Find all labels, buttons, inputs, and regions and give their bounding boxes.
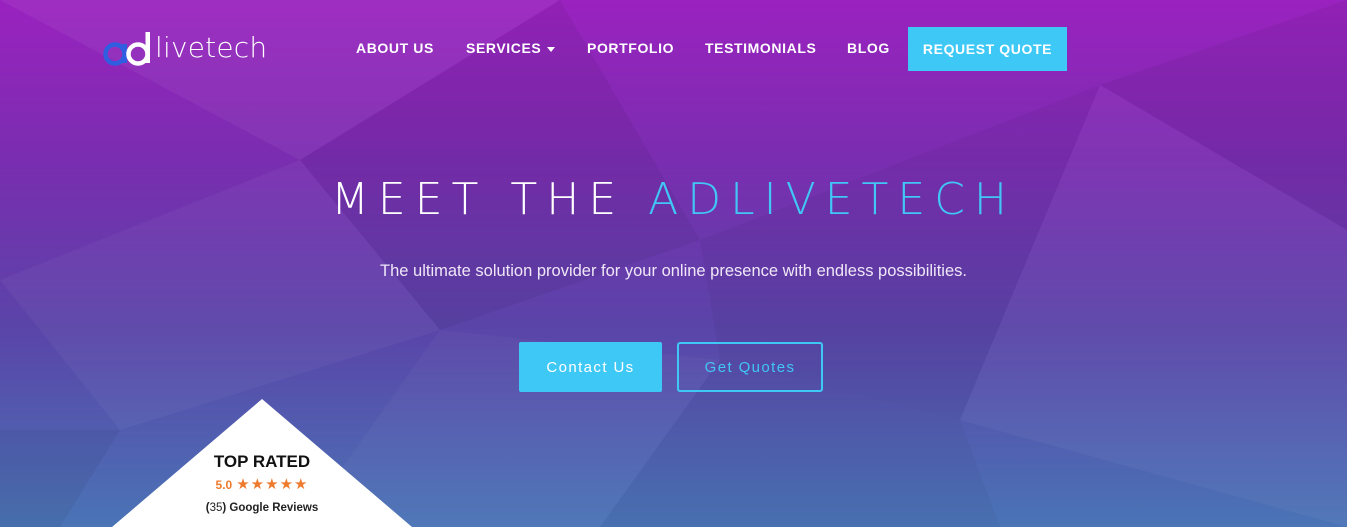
hero-title-accent: ADLIVETECH (648, 174, 1017, 225)
main-nav: ABOUT US SERVICES PORTFOLIO TESTIMONIALS… (0, 40, 1347, 60)
nav-item-about-us[interactable]: ABOUT US (356, 40, 434, 56)
hero-subtitle: The ultimate solution provider for your … (380, 262, 967, 280)
star-icon: ★ (279, 476, 294, 493)
badge-score: 5.0 (215, 478, 233, 492)
nav-item-blog[interactable]: BLOG (847, 40, 890, 56)
badge-rating: 5.0 ★ ★ ★ ★ ★ (112, 476, 412, 493)
badge-title: TOP RATED (213, 452, 311, 471)
top-rated-badge[interactable]: TOP RATED 5.0 ★ ★ ★ ★ ★ (35) Google Revi… (112, 398, 412, 527)
star-icon: ★ (294, 476, 308, 493)
star-icon: ★ (250, 476, 265, 493)
caret-down-icon (547, 46, 556, 52)
badge-review-count: 35 (209, 502, 223, 514)
request-quote-button[interactable]: REQUEST QUOTE (908, 27, 1067, 71)
star-icon: ★ (236, 476, 250, 493)
nav-item-services[interactable]: SERVICES (466, 40, 556, 56)
badge-review-label: Google Reviews (229, 502, 319, 514)
contact-us-button[interactable]: Contact Us (519, 342, 662, 392)
hero-title-prefix: MEET THE (330, 174, 649, 225)
nav-item-portfolio[interactable]: PORTFOLIO (587, 40, 674, 56)
hero-title: MEET THE ADLIVETECH (0, 174, 1347, 226)
nav-item-services-label: SERVICES (466, 40, 542, 56)
get-quotes-button[interactable]: Get Quotes (677, 342, 823, 392)
star-icon: ★ (265, 476, 279, 493)
badge-reviews: (35) Google Reviews (205, 502, 319, 514)
top-navbar: livetech ABOUT US SERVICES PORTFOLIO TES… (0, 0, 1347, 96)
nav-item-testimonials[interactable]: TESTIMONIALS (705, 40, 816, 56)
